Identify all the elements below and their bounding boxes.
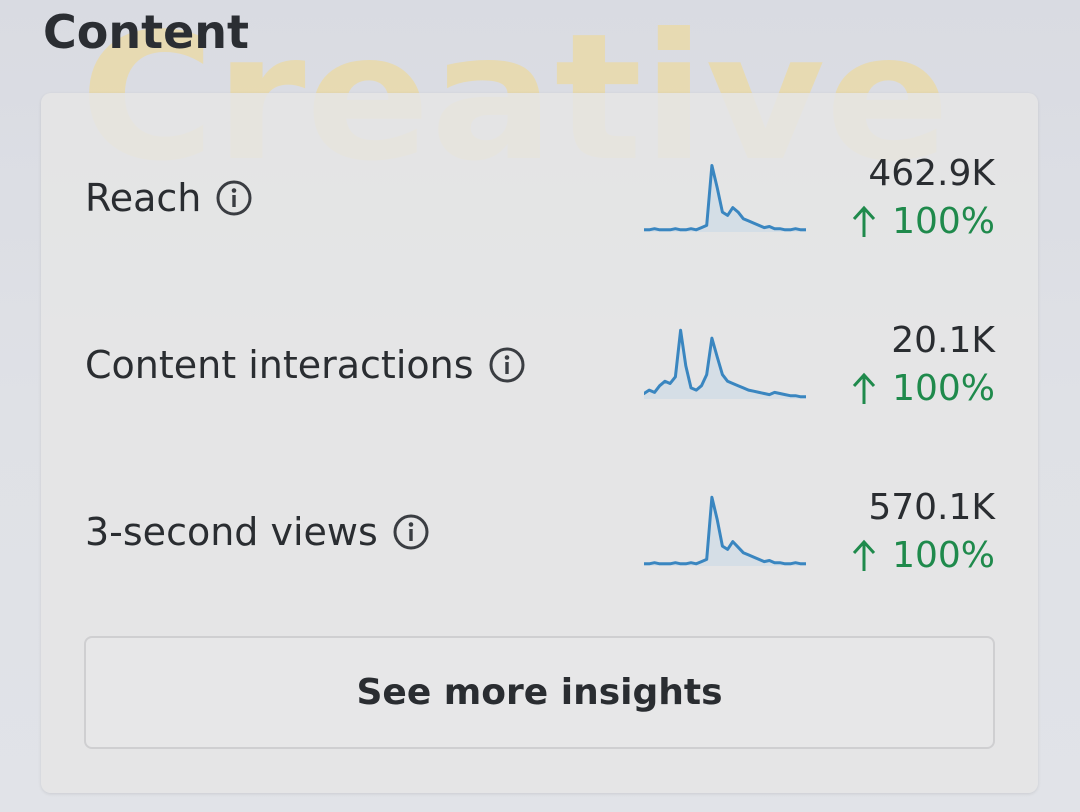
- metric-change: 100%: [850, 365, 995, 413]
- metric-change: 100%: [850, 532, 995, 580]
- 3-second-views-sparkline: [644, 495, 806, 566]
- content-interactions-sparkline: [644, 328, 806, 399]
- sparkline-area: [644, 330, 806, 399]
- metric-values: 570.1K 100%: [850, 484, 995, 580]
- metric-label-text: Reach: [85, 176, 202, 220]
- section-title: Content: [43, 5, 250, 59]
- reach-sparkline: [644, 164, 806, 232]
- metric-change: 100%: [850, 198, 995, 246]
- metric-change-text: 100%: [892, 201, 995, 242]
- metric-label-text: 3-second views: [85, 510, 378, 554]
- see-more-insights-button[interactable]: See more insights: [84, 636, 995, 749]
- sparkline-area: [644, 165, 806, 232]
- metric-values: 20.1K 100%: [850, 317, 995, 413]
- metric-label-text: Content interactions: [85, 343, 474, 387]
- info-circle-icon[interactable]: [488, 346, 526, 384]
- metric-label: Reach: [85, 176, 253, 220]
- info-circle-icon[interactable]: [215, 179, 253, 217]
- arrow-up-icon: [852, 205, 876, 237]
- metric-change-text: 100%: [892, 535, 995, 576]
- content-insights-card: Reach 462.9K 100% Content interactions 2…: [41, 93, 1038, 793]
- metric-value: 570.1K: [868, 487, 995, 528]
- metric-label: 3-second views: [85, 510, 430, 554]
- arrow-up-icon: [852, 539, 876, 571]
- metric-values: 462.9K 100%: [850, 150, 995, 246]
- arrow-up-icon: [852, 372, 876, 404]
- metric-change-text: 100%: [892, 368, 995, 409]
- metric-value: 20.1K: [891, 320, 995, 361]
- metric-row-content-interactions: Content interactions 20.1K 100%: [41, 305, 1038, 425]
- metric-value: 462.9K: [868, 153, 995, 194]
- info-circle-icon[interactable]: [392, 513, 430, 551]
- metric-row-3-second-views: 3-second views 570.1K 100%: [41, 472, 1038, 592]
- sparkline-area: [644, 497, 806, 566]
- metric-label: Content interactions: [85, 343, 526, 387]
- metric-row-reach: Reach 462.9K 100%: [41, 138, 1038, 258]
